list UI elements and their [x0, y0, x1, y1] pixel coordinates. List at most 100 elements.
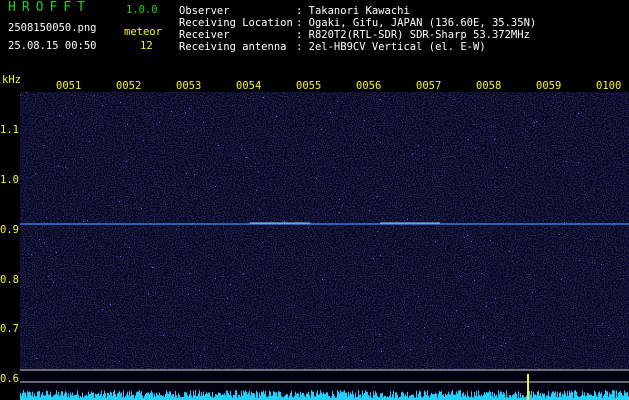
spectrum-bar — [55, 393, 56, 400]
spectrum-bar — [38, 391, 39, 400]
file-name: 2508150050.png — [8, 22, 97, 34]
spectrum-bar — [77, 390, 78, 400]
noise-dot — [486, 306, 487, 307]
noise-dot — [342, 346, 343, 347]
spectrum-bar — [608, 396, 609, 400]
spectrum-bar — [411, 394, 412, 400]
station-value-location: : Ogaki, Gifu, JAPAN (136.60E, 35.35N) — [296, 17, 537, 29]
spectrum-bar — [368, 394, 369, 400]
spectrum-bar — [343, 391, 344, 400]
spectrum-bar — [562, 393, 563, 400]
spectrum-bar — [210, 395, 211, 400]
spectrum-bar — [95, 393, 96, 400]
noise-dot — [381, 351, 382, 352]
spectrum-bar — [190, 390, 191, 400]
spectrum-bar — [374, 394, 375, 400]
spectrum-bar — [37, 391, 38, 400]
spectrum-bar — [339, 393, 340, 400]
noise-dot — [48, 276, 49, 277]
spectrum-bar — [250, 395, 251, 400]
noise-dot — [424, 327, 425, 328]
spectrum-bar — [135, 395, 136, 400]
spectrum-bar — [251, 391, 252, 400]
spectrum-bar — [227, 390, 228, 400]
spectrum-bar — [613, 390, 614, 400]
noise-dot — [481, 273, 482, 274]
noise-dot — [464, 237, 465, 238]
spectrum-bar — [45, 395, 46, 400]
noise-dot — [420, 215, 421, 216]
spectrum-bar — [481, 394, 482, 400]
noise-dot — [410, 349, 411, 350]
noise-dot — [418, 145, 419, 146]
spectrum-bar — [348, 391, 349, 400]
spectrum-bar — [502, 394, 503, 400]
spectrum-bar — [385, 395, 386, 400]
spectrum-bar — [313, 391, 314, 400]
spectrum-bar — [350, 392, 351, 400]
spectrum-bar — [599, 391, 600, 400]
spectrum-bar — [611, 394, 612, 400]
spectrum-bar — [442, 395, 443, 400]
spectrum-bar — [419, 390, 420, 400]
spectrum-bar — [421, 396, 422, 400]
noise-dot — [189, 273, 190, 274]
spectrum-bar — [129, 391, 130, 400]
spectrum-bar — [389, 395, 390, 400]
noise-dot — [186, 173, 187, 174]
spectrum-bar — [96, 394, 97, 400]
spectrum-bar — [274, 391, 275, 400]
spectrum-bar — [246, 391, 247, 400]
spectrum-bar — [66, 392, 67, 400]
spectrum-bar — [221, 395, 222, 400]
spectrum-bar — [289, 395, 290, 400]
noise-dot — [602, 323, 603, 324]
spectrum-bar — [522, 395, 523, 400]
noise-dot — [408, 323, 409, 324]
spectrum-bar — [540, 393, 541, 400]
spectrum-bar — [75, 394, 76, 400]
spectrum-bar — [482, 396, 483, 400]
spectrum-bar — [150, 392, 151, 400]
spectrum-bar — [625, 392, 626, 400]
spectrum-bar — [223, 394, 224, 400]
noise-dot — [564, 222, 565, 223]
spectrum-bar — [400, 396, 401, 400]
time-tick: 0054 — [236, 80, 262, 92]
noise-dot — [203, 122, 204, 123]
noise-dot — [31, 254, 32, 255]
spectrum-bar — [575, 390, 576, 400]
spectrum-bar — [199, 390, 200, 400]
spectrum-bar — [568, 395, 569, 400]
noise-dot — [199, 290, 200, 291]
noise-field — [20, 92, 629, 370]
noise-dot — [156, 224, 157, 225]
spectrum-bar — [101, 390, 102, 400]
spectrum-bar — [25, 392, 26, 400]
spectrum-bar — [158, 395, 159, 400]
spectrum-bar — [28, 392, 29, 400]
spectrum-bar — [76, 394, 77, 400]
spectrum-bar — [48, 394, 49, 400]
spectrum-bar — [186, 392, 187, 400]
spectrum-bar — [516, 393, 517, 400]
noise-dot — [454, 99, 455, 100]
spectrum-bar — [285, 395, 286, 400]
spectrum-bar — [542, 392, 543, 400]
spectrum-bar — [514, 393, 515, 400]
spectrum-bar — [73, 395, 74, 400]
noise-dot — [407, 219, 408, 220]
spectrum-bar — [612, 390, 613, 400]
noise-dot — [241, 149, 242, 150]
noise-dot — [262, 242, 263, 243]
spectrum-bar — [117, 393, 118, 400]
spectrum-bar — [264, 393, 265, 400]
noise-dot — [102, 309, 103, 310]
spectrum-bar — [489, 390, 490, 400]
spectrum-bar — [624, 390, 625, 400]
spectrum-bar — [402, 391, 403, 400]
spectrum-bar — [208, 392, 209, 400]
spectrum-bar — [99, 395, 100, 400]
spectrum-bar — [323, 392, 324, 400]
spectrum-bar — [416, 390, 417, 400]
